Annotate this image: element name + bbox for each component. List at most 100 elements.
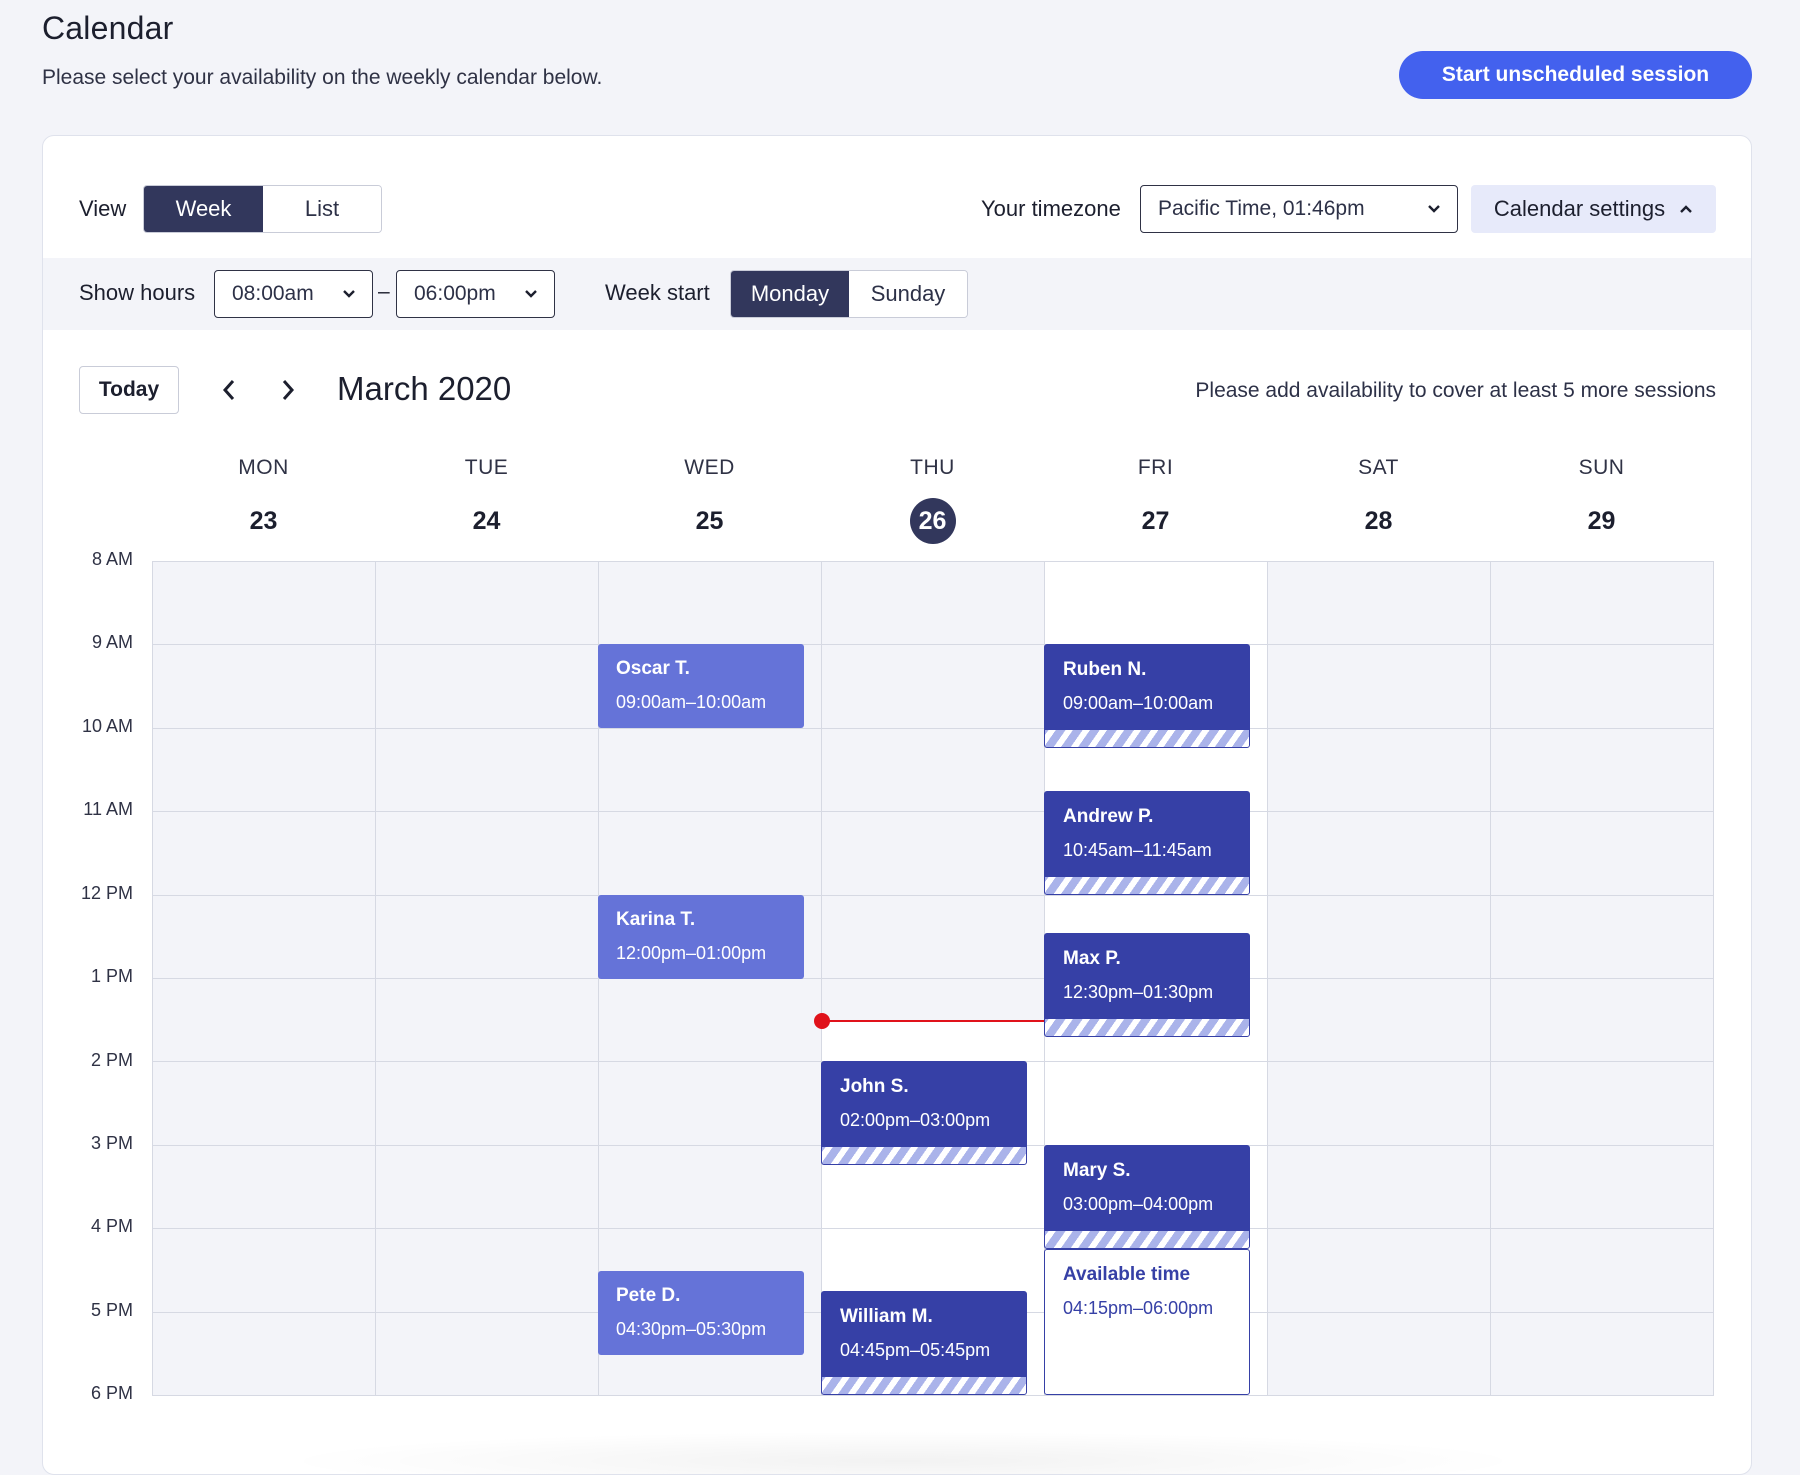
availability-notice: Please add availability to cover at leas… (1195, 379, 1716, 402)
event-name: Karina T. (616, 909, 696, 930)
show-hours-label: Show hours (79, 280, 196, 305)
hour-gridline (152, 895, 1714, 896)
timezone-label: Your timezone (981, 196, 1121, 221)
session-event[interactable]: Mary S. 03:00pm–04:00pm (1044, 1145, 1250, 1249)
hours-to-value: 06:00pm (414, 282, 496, 305)
event-time: 09:00am–10:00am (1063, 693, 1214, 713)
day-header-mon: MON 23 (152, 456, 375, 544)
scroll-shadow (273, 1431, 1533, 1474)
session-event[interactable]: Andrew P. 10:45am–11:45am (1044, 791, 1250, 895)
hours-to-select[interactable]: 06:00pm (396, 270, 555, 318)
hour-label: 11 AM (83, 799, 133, 819)
chevron-up-icon (1680, 205, 1692, 213)
chevron-left-icon (222, 380, 235, 400)
hour-label: 8 AM (91, 549, 133, 569)
view-label: View (79, 196, 127, 221)
month-title: March 2020 (337, 370, 512, 407)
event-name: Ruben N. (1063, 659, 1147, 680)
day-header-fri: FRI 27 (1044, 456, 1267, 544)
event-time: 09:00am–10:00am (616, 692, 767, 712)
hour-label: 2 PM (90, 1050, 133, 1070)
hour-gridline (152, 1228, 1714, 1229)
day-number: 23 (249, 506, 278, 535)
day-number: 29 (1587, 506, 1616, 535)
session-event[interactable]: Max P. 12:30pm–01:30pm (1044, 933, 1250, 1037)
hours-from-value: 08:00am (232, 282, 314, 305)
event-time: 10:45am–11:45am (1063, 840, 1212, 860)
event-time: 04:15pm–06:00pm (1063, 1298, 1214, 1318)
hour-label: 5 PM (90, 1300, 133, 1320)
event-name: Available time (1063, 1264, 1191, 1285)
hour-label: 10 AM (81, 716, 133, 736)
hour-gridline (152, 561, 1714, 562)
view-list-button[interactable]: List (263, 186, 381, 232)
session-event[interactable]: Oscar T. 09:00am–10:00am (598, 644, 804, 728)
week-start-toggle: Monday Sunday (730, 270, 968, 318)
session-event[interactable]: William M. 04:45pm–05:45pm (821, 1291, 1027, 1395)
day-name: SUN (1578, 456, 1625, 479)
week-start-monday-button[interactable]: Monday (731, 271, 849, 317)
session-event[interactable]: Pete D. 04:30pm–05:30pm (598, 1271, 804, 1355)
buffer-stripes (1045, 1018, 1249, 1036)
hour-label: 4 PM (90, 1216, 133, 1236)
current-time-dot (814, 1013, 830, 1029)
day-header-wed: WED 25 (598, 456, 821, 544)
week-start-sunday-button[interactable]: Sunday (849, 271, 967, 317)
current-time-line (821, 1020, 1044, 1022)
buffer-stripes (822, 1146, 1026, 1164)
prev-week-button[interactable] (217, 378, 241, 402)
event-name: Oscar T. (616, 658, 690, 679)
start-unscheduled-session-button[interactable]: Start unscheduled session (1399, 51, 1752, 99)
calendar-settings-button[interactable]: Calendar settings (1471, 185, 1716, 233)
hours-from-select[interactable]: 08:00am (214, 270, 373, 318)
buffer-stripes (1045, 1230, 1249, 1248)
day-header-tue: TUE 24 (375, 456, 598, 544)
today-button[interactable]: Today (79, 366, 179, 414)
session-event[interactable]: Karina T. 12:00pm–01:00pm (598, 895, 804, 979)
buffer-stripes (1045, 729, 1249, 747)
hour-gridline (152, 1395, 1714, 1396)
day-name: WED (684, 456, 735, 479)
today-date-badge: 26 (909, 498, 956, 544)
event-name: John S. (840, 1076, 909, 1097)
session-event[interactable]: John S. 02:00pm–03:00pm (821, 1061, 1027, 1165)
event-time: 04:45pm–05:45pm (840, 1340, 991, 1360)
calendar-card: View Week List Your timezone Pacific Tim… (42, 135, 1752, 1475)
day-name: THU (910, 456, 955, 479)
week-grid[interactable]: Oscar T. 09:00am–10:00am Karina T. 12:00… (152, 561, 1714, 1396)
week-start-label: Week start (605, 280, 710, 305)
timezone-value: Pacific Time, 01:46pm (1158, 197, 1365, 220)
calendar-settings-label: Calendar settings (1493, 196, 1666, 221)
available-time-slot[interactable]: Available time 04:15pm–06:00pm (1044, 1249, 1250, 1395)
event-name: Mary S. (1063, 1160, 1131, 1181)
chevron-down-icon (343, 290, 355, 298)
chevron-down-icon (525, 290, 537, 298)
day-name: TUE (464, 456, 509, 479)
day-number: 24 (472, 506, 501, 535)
timezone-select[interactable]: Pacific Time, 01:46pm (1140, 185, 1458, 233)
hour-label: 1 PM (90, 966, 133, 986)
buffer-stripes (822, 1376, 1026, 1394)
day-name: SAT (1358, 456, 1399, 479)
day-number: 25 (695, 506, 724, 535)
hour-label: 9 AM (91, 632, 133, 652)
buffer-stripes (1045, 876, 1249, 894)
event-time: 04:30pm–05:30pm (616, 1319, 767, 1339)
hour-label: 6 PM (90, 1383, 133, 1403)
event-name: Pete D. (616, 1285, 681, 1306)
day-name: MON (238, 456, 289, 479)
hours-separator: – (378, 280, 390, 303)
page-title: Calendar (42, 10, 174, 46)
next-week-button[interactable] (276, 378, 300, 402)
session-event[interactable]: Ruben N. 09:00am–10:00am (1044, 644, 1250, 748)
event-time: 03:00pm–04:00pm (1063, 1194, 1214, 1214)
chevron-right-icon (282, 380, 295, 400)
view-week-button[interactable]: Week (144, 186, 263, 232)
hour-label: 3 PM (90, 1133, 133, 1153)
event-name: Andrew P. (1063, 806, 1154, 827)
event-time: 12:00pm–01:00pm (616, 943, 767, 963)
settings-bar: Show hours 08:00am – 06:00pm Week start … (43, 258, 1751, 330)
day-number: 28 (1364, 506, 1393, 535)
chevron-down-icon (1428, 205, 1440, 213)
day-header-thu: THU 26 (821, 456, 1044, 544)
